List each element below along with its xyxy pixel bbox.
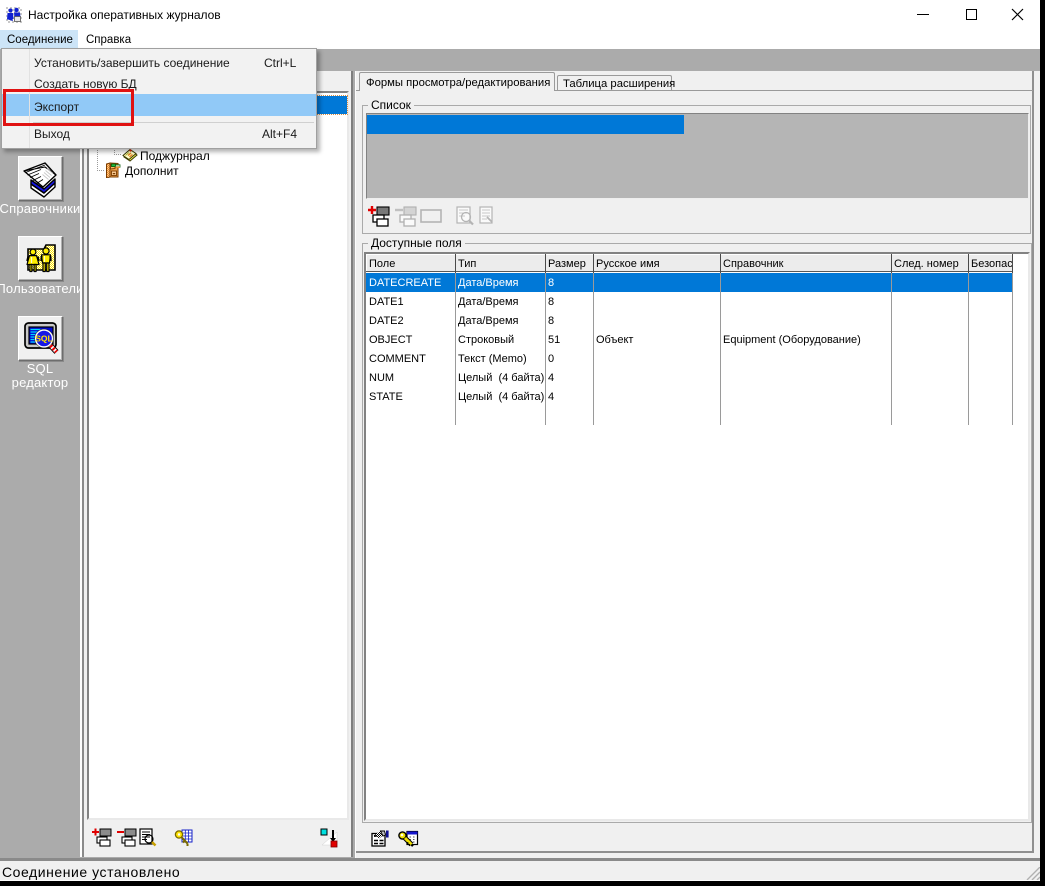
svg-text:SQL: SQL bbox=[35, 334, 52, 344]
